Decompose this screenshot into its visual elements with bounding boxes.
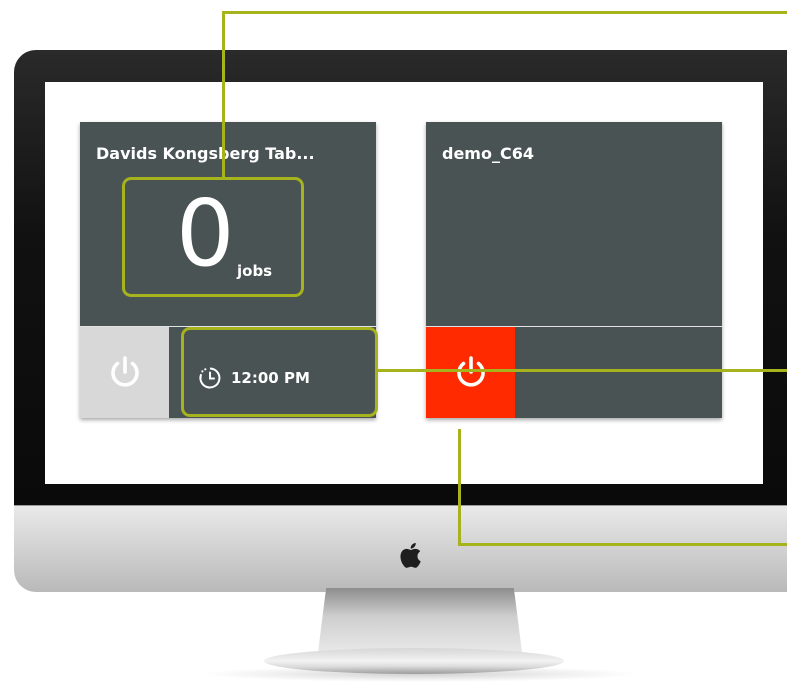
callout-line <box>222 11 787 14</box>
monitor-stand-shadow <box>200 666 640 682</box>
callout-line <box>458 429 461 546</box>
jobs-callout-box <box>122 177 304 297</box>
callout-line <box>222 11 225 178</box>
device-tile-demo-c64[interactable]: demo_C64 <box>426 122 722 418</box>
monitor-stand-neck <box>318 588 522 652</box>
schedule-callout-box <box>181 327 378 417</box>
power-icon <box>110 355 139 387</box>
apple-logo <box>400 542 421 568</box>
callout-line <box>458 543 787 546</box>
device-name: Davids Kongsberg Tab... <box>96 144 315 163</box>
power-button[interactable] <box>80 327 169 418</box>
power-button[interactable] <box>426 327 515 418</box>
device-name: demo_C64 <box>442 144 534 163</box>
callout-line <box>377 369 787 372</box>
power-icon <box>456 355 485 387</box>
